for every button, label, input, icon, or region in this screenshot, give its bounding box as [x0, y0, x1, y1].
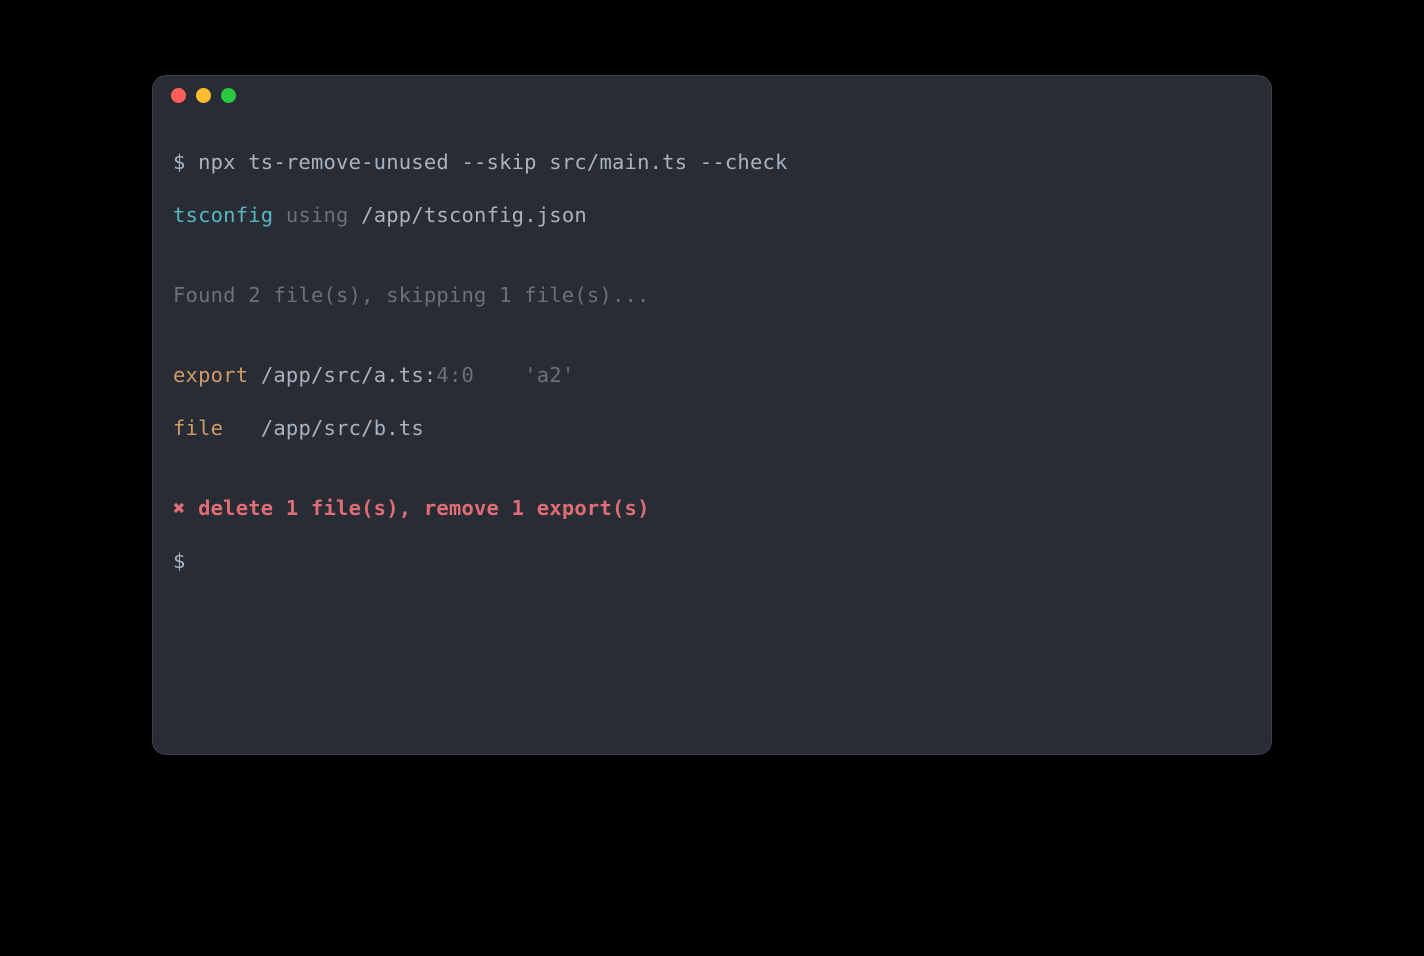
tsconfig-line: tsconfig using /app/tsconfig.json: [173, 202, 1251, 229]
terminal-window: $ npx ts-remove-unused --skip src/main.t…: [152, 75, 1272, 755]
command-text: npx ts-remove-unused --skip src/main.ts …: [198, 150, 787, 174]
window-titlebar: [153, 76, 1271, 114]
error-icon: ✖: [173, 496, 186, 520]
result-path: /app/src/b.ts: [261, 416, 424, 440]
result-row: export /app/src/a.ts:4:0 'a2': [173, 362, 1251, 389]
prompt-symbol: $: [173, 150, 186, 174]
summary-text: delete 1 file(s), remove 1 export(s): [198, 496, 650, 520]
close-icon[interactable]: [171, 88, 186, 103]
result-loc: 4:0: [436, 363, 474, 387]
terminal-output[interactable]: $ npx ts-remove-unused --skip src/main.t…: [153, 114, 1271, 754]
result-path: /app/src/a.ts:: [261, 363, 437, 387]
minimize-icon[interactable]: [196, 88, 211, 103]
command-line: $ npx ts-remove-unused --skip src/main.t…: [173, 149, 1251, 176]
result-name: 'a2': [524, 363, 574, 387]
summary-line: ✖ delete 1 file(s), remove 1 export(s): [173, 495, 1251, 522]
tsconfig-verb: using: [286, 203, 349, 227]
tsconfig-path: /app/tsconfig.json: [361, 203, 587, 227]
maximize-icon[interactable]: [221, 88, 236, 103]
tsconfig-label: tsconfig: [173, 203, 273, 227]
prompt-symbol: $: [173, 549, 186, 573]
result-row: file /app/src/b.ts: [173, 415, 1251, 442]
found-line: Found 2 file(s), skipping 1 file(s)...: [173, 282, 1251, 309]
result-kind: file: [173, 416, 223, 440]
trailing-prompt: $: [173, 548, 1251, 575]
result-kind: export: [173, 363, 248, 387]
